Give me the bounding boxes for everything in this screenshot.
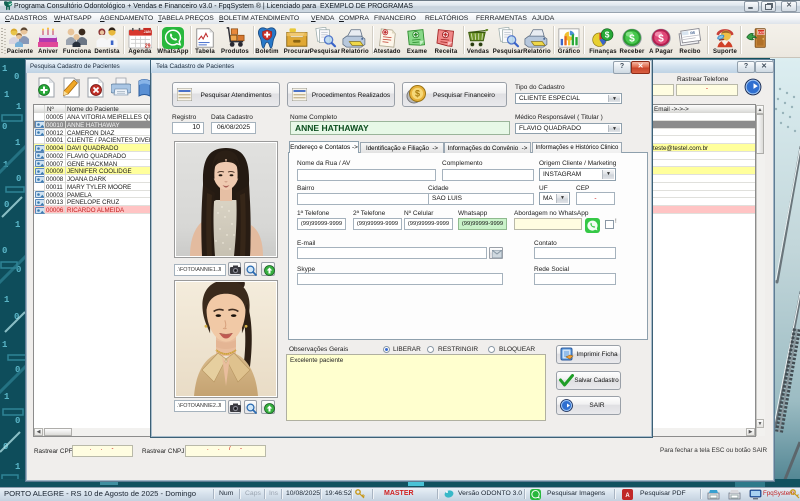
svg-text:1: 1 [4,295,10,305]
svg-text:1: 1 [15,462,21,472]
svg-text:0: 0 [14,72,19,82]
svg-text:$: $ [415,89,420,99]
svg-text:1: 1 [15,220,21,230]
svg-text:0: 0 [4,200,9,210]
svg-text:$: $ [629,33,635,44]
svg-text:0: 0 [15,416,20,426]
svg-text:JAN: JAN [143,30,150,34]
svg-text:1: 1 [2,340,8,350]
svg-text:$: $ [658,33,664,44]
svg-text:1: 1 [2,64,8,74]
svg-text:1: 1 [4,392,10,402]
svg-text:1: 1 [4,90,10,100]
svg-text:R$: R$ [690,31,695,36]
svg-text:1: 1 [15,138,21,148]
svg-text:A: A [625,493,630,499]
svg-text:0: 0 [16,174,21,184]
svg-text:1: 1 [16,102,22,112]
svg-text:$: $ [605,30,610,40]
svg-text:0: 0 [2,246,7,256]
svg-text:0: 0 [2,122,7,132]
svg-text:EXIT: EXIT [758,30,765,34]
